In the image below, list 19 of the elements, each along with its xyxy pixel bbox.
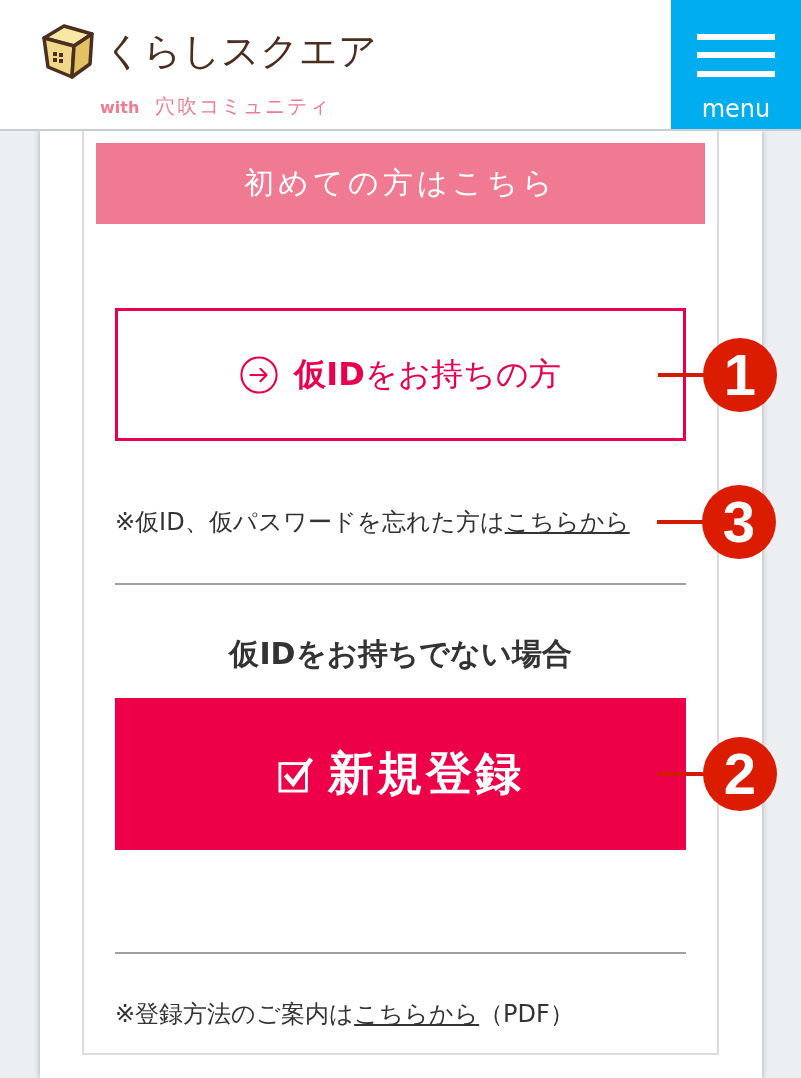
register-button[interactable]: 新規登録 (115, 698, 686, 850)
arrow-circle-icon (240, 355, 279, 394)
house-icon (40, 21, 96, 81)
menu-icon (697, 34, 775, 77)
section-heading: 仮IDをお持ちでない場合 (229, 635, 572, 673)
callout-number: 1 (703, 337, 777, 412)
logo-text: くらしスクエア (104, 28, 377, 74)
forgot-password-note: ※仮ID、仮パスワードを忘れた方は こちらから (115, 507, 630, 537)
callout-number: 2 (703, 737, 777, 811)
forgot-password-link[interactable]: こちらから (504, 508, 630, 536)
login-button[interactable]: 仮IDをお持ちの方 (115, 308, 686, 441)
registration-guide-note: ※登録方法のご案内は こちらから（PDF） (115, 999, 574, 1029)
tagline-text: 穴吹コミュニティ (155, 94, 332, 118)
tagline-prefix: with (100, 97, 140, 119)
registration-guide-link[interactable]: こちらから (354, 1000, 480, 1028)
callout-number: 3 (702, 485, 776, 559)
checkbox-icon (277, 755, 314, 793)
menu-button[interactable]: menu (671, 0, 801, 129)
section-banner: 初めての方はこちら (96, 143, 705, 224)
